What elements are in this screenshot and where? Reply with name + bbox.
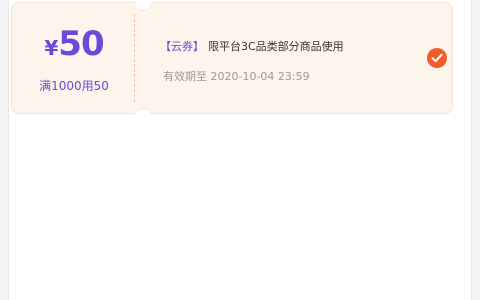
check-icon[interactable] [427, 48, 447, 68]
coupon-threshold: 满1000用50 [39, 79, 109, 93]
coupon-card[interactable]: ¥50 满1000用50 [11, 2, 453, 114]
coupon-amount: ¥50 [12, 27, 136, 61]
coupon-amount-value: 50 [58, 24, 104, 64]
coupon-detail-section [135, 2, 453, 114]
coupon-description: 限平台3C品类部分商品使用 [208, 40, 344, 53]
coupon-title: 【云券】 限平台3C品类部分商品使用 [160, 38, 344, 54]
coupon-value-section: ¥50 满1000用50 [11, 2, 135, 114]
coupon-tag: 【云券】 [160, 40, 204, 53]
coupon-expiry: 有效期至 2020-10-04 23:59 [163, 70, 310, 83]
currency-symbol: ¥ [44, 36, 59, 60]
coupon-notch-bottom [135, 108, 151, 125]
